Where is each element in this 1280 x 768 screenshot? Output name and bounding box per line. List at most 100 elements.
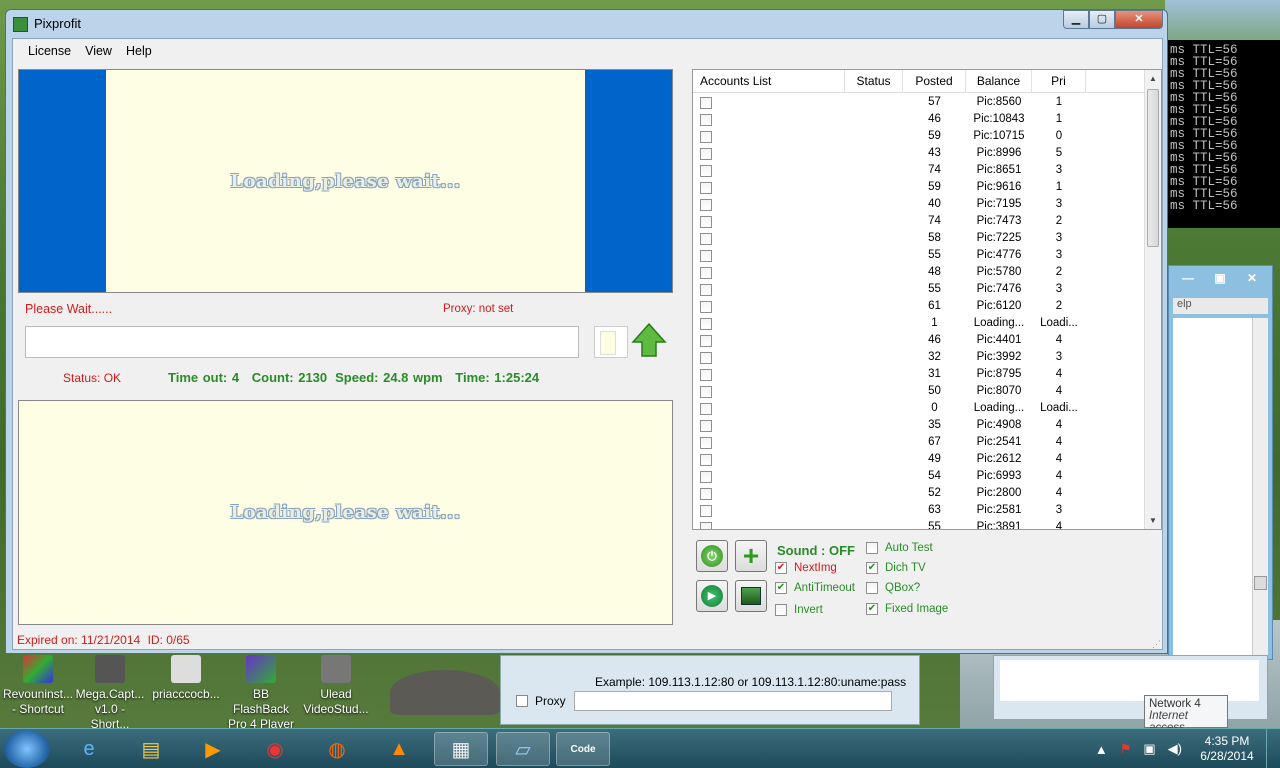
account-row[interactable]: 32 Pic:3992 3 xyxy=(693,349,1145,366)
account-row[interactable]: 59 Pic:9616 1 xyxy=(693,179,1145,196)
column-accounts-list[interactable]: Accounts List xyxy=(693,70,845,93)
account-checkbox[interactable] xyxy=(700,487,712,500)
account-checkbox[interactable] xyxy=(700,130,712,143)
desktop-icon-megacapt[interactable]: Mega.Capt... v1.0 - Short... xyxy=(74,655,146,732)
checkbox[interactable] xyxy=(775,604,787,616)
volume-icon[interactable]: ◀) xyxy=(1168,741,1182,757)
close-icon[interactable]: ✕ xyxy=(1238,270,1266,286)
proxy-checkbox[interactable] xyxy=(516,695,528,707)
account-row[interactable]: 35 Pic:4908 4 xyxy=(693,417,1145,434)
account-checkbox[interactable] xyxy=(700,300,712,313)
account-row[interactable]: 50 Pic:8070 4 xyxy=(693,383,1145,400)
accounts-scrollbar[interactable]: ▲ ▼ xyxy=(1144,70,1161,529)
column-status[interactable]: Status xyxy=(845,70,903,93)
proxy-input[interactable] xyxy=(574,691,892,711)
file-explorer-icon[interactable]: ▤ xyxy=(124,732,178,766)
account-row[interactable]: 67 Pic:2541 4 xyxy=(693,434,1145,451)
desktop-icon-bbflashback[interactable]: BB FlashBack Pro 4 Player xyxy=(225,655,297,732)
maximize-button[interactable]: ▢ xyxy=(1089,10,1115,29)
account-checkbox[interactable] xyxy=(700,198,712,211)
account-row[interactable]: 0 Loading... Loadi... xyxy=(693,400,1145,417)
scroll-down-icon[interactable]: ▼ xyxy=(1145,512,1161,529)
account-row[interactable]: 57 Pic:8560 1 xyxy=(693,94,1145,111)
option-nextimg[interactable]: ✔ NextImg xyxy=(775,562,837,574)
account-checkbox[interactable] xyxy=(700,113,712,126)
maximize-icon[interactable]: ▣ xyxy=(1206,270,1234,286)
submit-arrow-icon[interactable] xyxy=(631,322,667,358)
scrollbar-thumb[interactable] xyxy=(1254,576,1267,590)
account-row[interactable]: 55 Pic:7476 3 xyxy=(693,281,1145,298)
image-button[interactable] xyxy=(735,580,767,612)
chrome-icon[interactable]: ◉ xyxy=(248,732,302,766)
account-checkbox[interactable] xyxy=(700,436,712,449)
account-row[interactable]: 31 Pic:8795 4 xyxy=(693,366,1145,383)
flag-icon[interactable]: ⚑ xyxy=(1120,741,1132,757)
scroll-up-icon[interactable]: ▲ xyxy=(1145,70,1161,87)
vlc-icon[interactable]: ▲ xyxy=(372,732,426,766)
account-row[interactable]: 74 Pic:8651 3 xyxy=(693,162,1145,179)
account-checkbox[interactable] xyxy=(700,181,712,194)
network-icon[interactable]: ▣ xyxy=(1143,741,1155,757)
desktop-icon-revouninstaller[interactable]: Revouninst... - Shortcut xyxy=(2,655,74,717)
minimize-icon[interactable]: — xyxy=(1174,270,1202,286)
pixprofit-taskbar-button[interactable]: ▦ xyxy=(434,732,488,766)
play-button[interactable]: ▶ xyxy=(696,580,728,612)
column-balance[interactable]: Balance xyxy=(966,70,1032,93)
internet-explorer-icon[interactable]: e xyxy=(62,732,116,766)
close-button[interactable]: ✕ xyxy=(1115,10,1163,29)
checkbox[interactable]: ✔ xyxy=(866,603,878,615)
desktop-icon-priacccocb[interactable]: priacccocb... xyxy=(150,655,222,702)
option-dich-tv[interactable]: ✔ Dich TV xyxy=(866,562,926,574)
account-checkbox[interactable] xyxy=(700,317,712,330)
background-window[interactable]: — ▣ ✕ elp xyxy=(1168,265,1273,660)
code-taskbar-button[interactable]: Code xyxy=(556,732,610,766)
sound-toggle[interactable]: Sound : OFF xyxy=(777,543,855,558)
window-menu[interactable]: elp xyxy=(1173,298,1268,314)
account-checkbox[interactable] xyxy=(700,504,712,517)
account-row[interactable]: 1 Loading... Loadi... xyxy=(693,315,1145,332)
account-checkbox[interactable] xyxy=(700,232,712,245)
media-player-icon[interactable]: ▶ xyxy=(186,732,240,766)
desktop-icon-ulead[interactable]: Ulead VideoStud... xyxy=(300,655,372,717)
account-checkbox[interactable] xyxy=(700,419,712,432)
account-checkbox[interactable] xyxy=(700,215,712,228)
account-checkbox[interactable] xyxy=(700,334,712,347)
account-row[interactable]: 43 Pic:8996 5 xyxy=(693,145,1145,162)
column-posted[interactable]: Posted xyxy=(903,70,966,93)
menu-license[interactable]: License xyxy=(21,39,78,64)
option-qbox[interactable]: QBox? xyxy=(866,582,920,594)
account-row[interactable]: 52 Pic:2800 4 xyxy=(693,485,1145,502)
checkbox[interactable]: ✔ xyxy=(775,582,787,594)
window-taskbar-button[interactable]: ▱ xyxy=(496,732,550,766)
column-pri[interactable]: Pri xyxy=(1032,70,1086,93)
menu-view[interactable]: View xyxy=(78,39,119,64)
account-row[interactable]: 46 Pic:4401 4 xyxy=(693,332,1145,349)
checkbox[interactable]: ✔ xyxy=(866,562,878,574)
checkbox[interactable] xyxy=(866,542,878,554)
account-row[interactable]: 55 Pic:4776 3 xyxy=(693,247,1145,264)
account-row[interactable]: 54 Pic:6993 4 xyxy=(693,468,1145,485)
account-checkbox[interactable] xyxy=(700,470,712,483)
vertical-scrollbar[interactable] xyxy=(1252,318,1268,655)
clock[interactable]: 4:35 PM 6/28/2014 xyxy=(1188,734,1266,764)
account-checkbox[interactable] xyxy=(700,266,712,279)
account-row[interactable]: 63 Pic:2581 3 xyxy=(693,502,1145,519)
account-checkbox[interactable] xyxy=(700,521,712,529)
account-row[interactable]: 46 Pic:10843 1 xyxy=(693,111,1145,128)
account-row[interactable]: 58 Pic:7225 3 xyxy=(693,230,1145,247)
checkbox[interactable]: ✔ xyxy=(775,562,787,574)
option-auto-test[interactable]: Auto Test xyxy=(866,542,933,554)
start-button[interactable] xyxy=(4,730,50,768)
power-button[interactable]: ⏻ xyxy=(696,540,728,572)
account-checkbox[interactable] xyxy=(700,249,712,262)
add-account-button[interactable]: + xyxy=(735,540,767,572)
minimize-button[interactable]: ▁ xyxy=(1063,10,1089,29)
scrollbar-thumb[interactable] xyxy=(1147,89,1159,247)
captcha-answer-input[interactable] xyxy=(25,326,579,358)
account-checkbox[interactable] xyxy=(700,283,712,296)
firefox-icon[interactable]: ◍ xyxy=(310,732,364,766)
account-checkbox[interactable] xyxy=(700,385,712,398)
account-row[interactable]: 48 Pic:5780 2 xyxy=(693,264,1145,281)
option-antitimeout[interactable]: ✔ AntiTimeout xyxy=(775,582,855,594)
option-invert[interactable]: Invert xyxy=(775,604,823,616)
